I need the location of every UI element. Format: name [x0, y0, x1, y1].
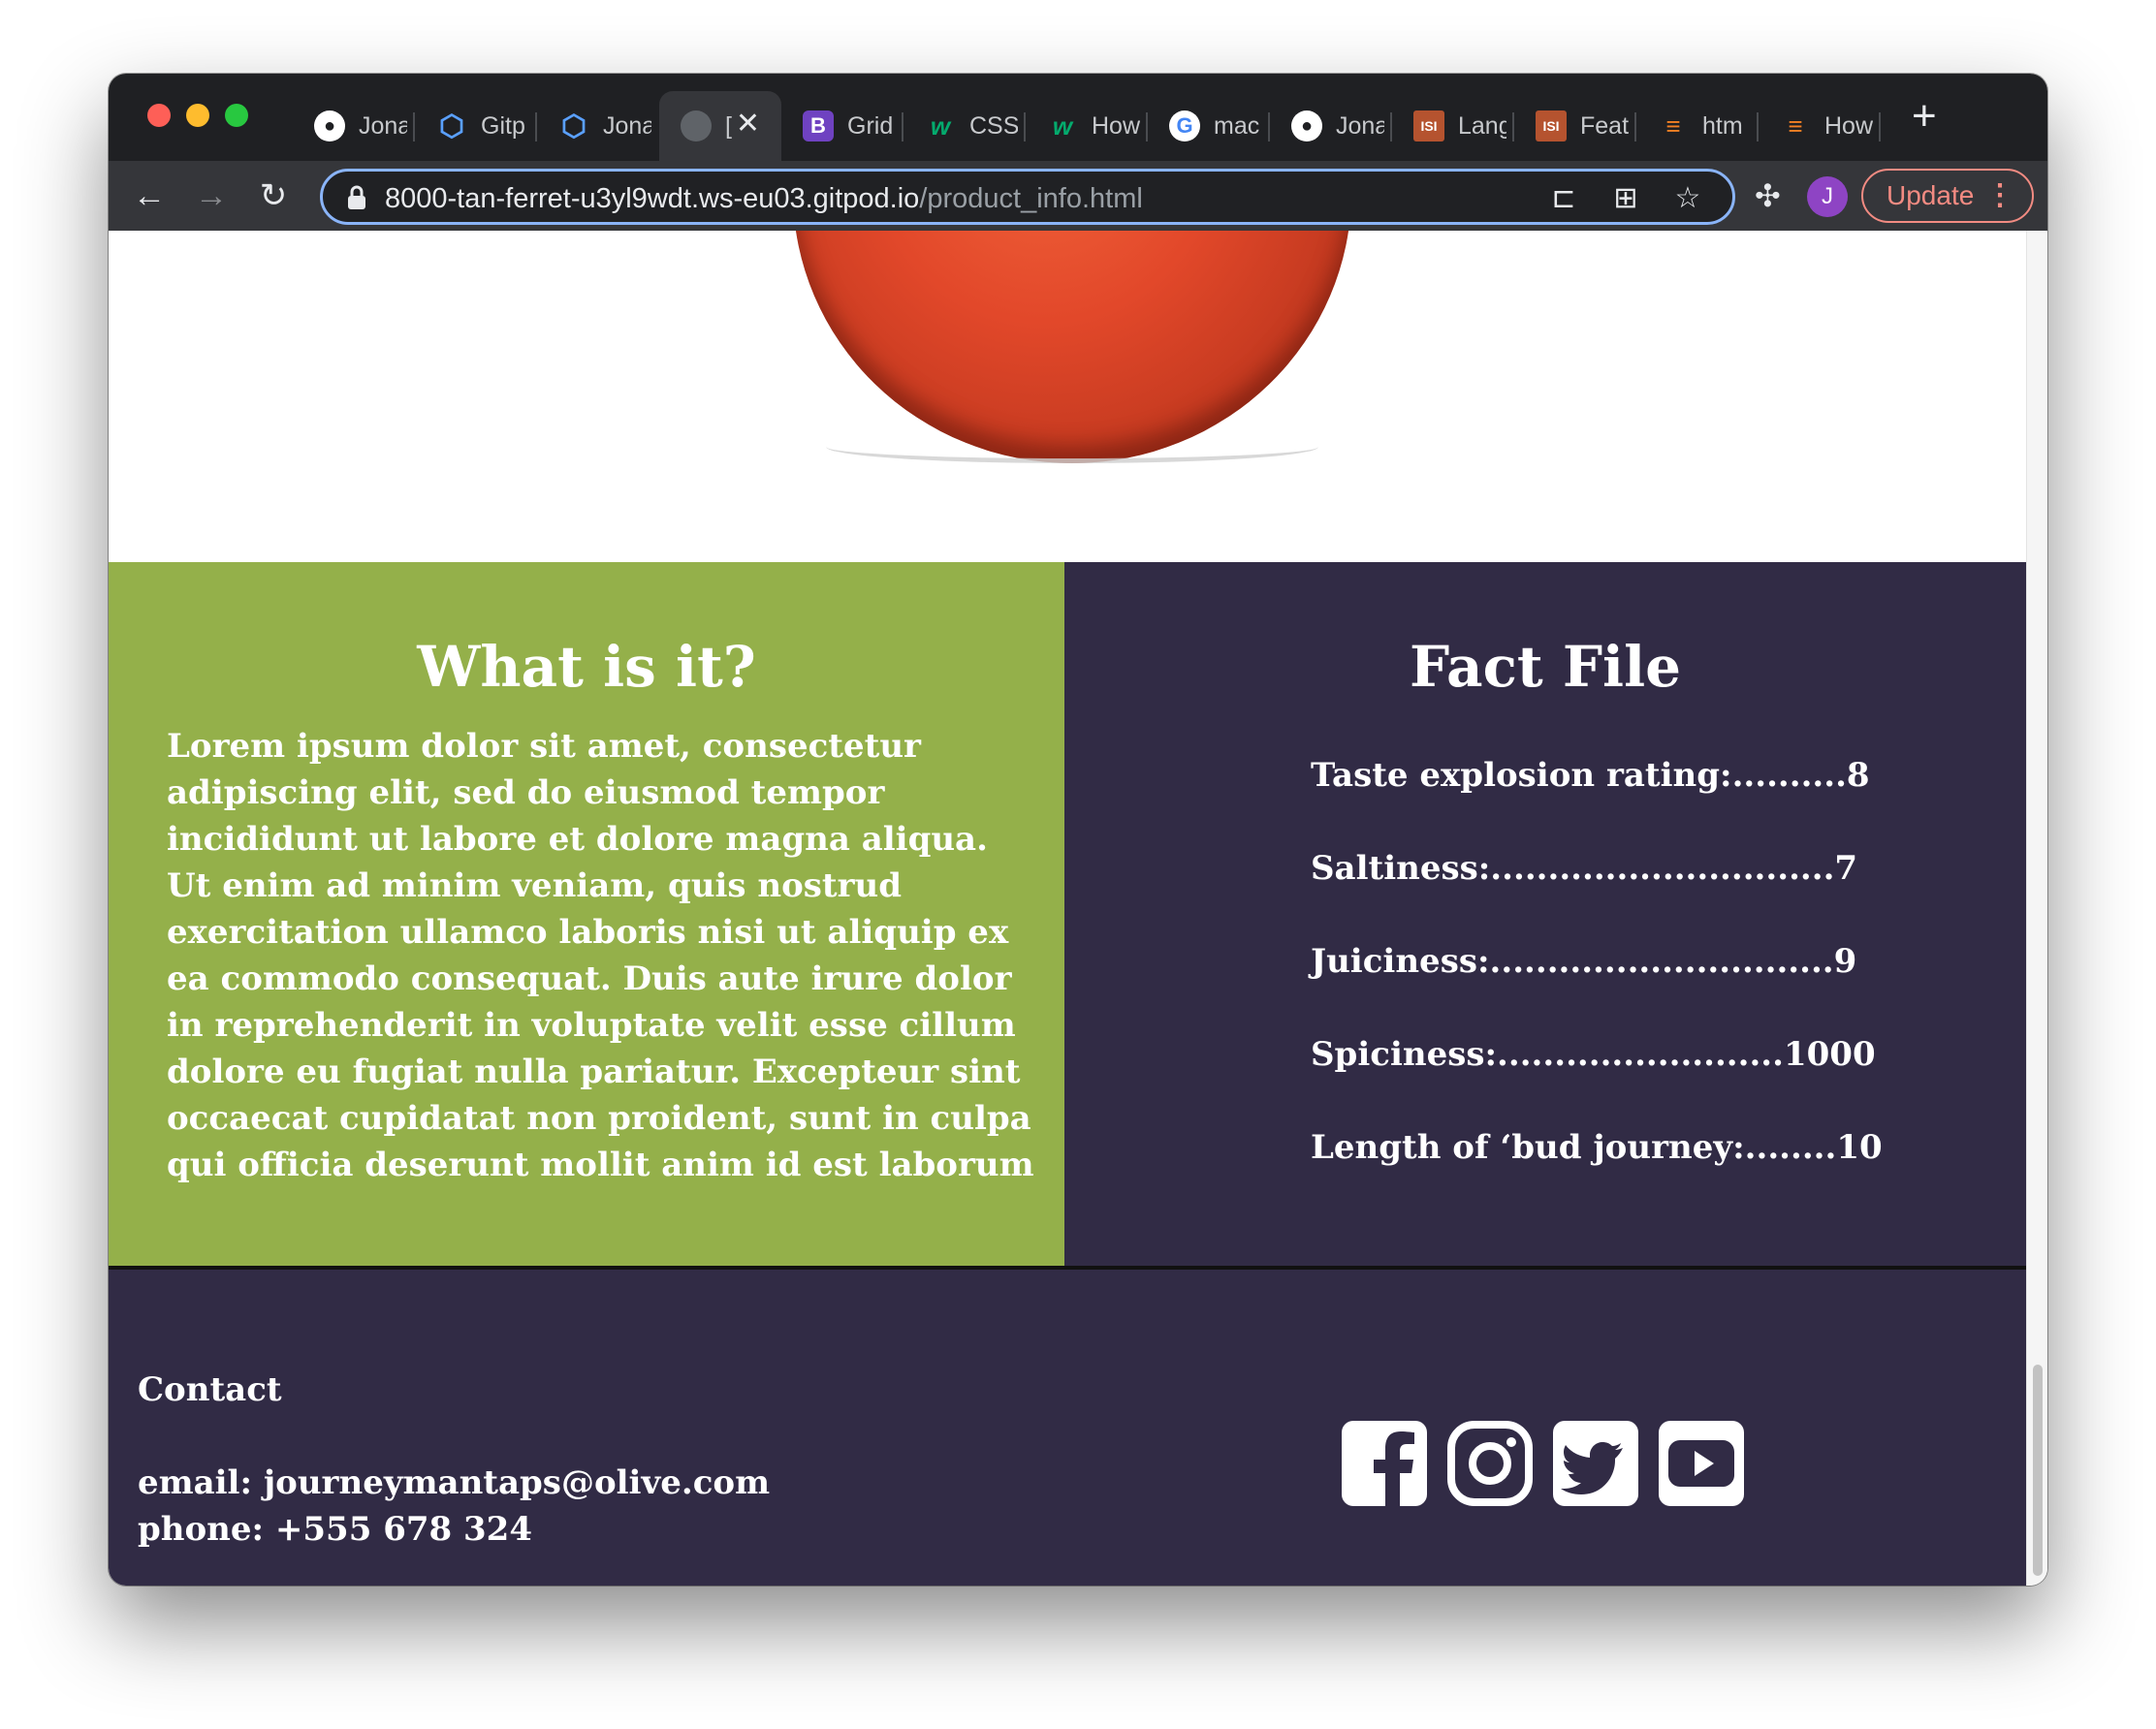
tab[interactable]: ≡ How	[1759, 91, 1881, 161]
update-label: Update	[1886, 180, 1975, 210]
fact-taste-rating: Taste explosion rating:..........8	[1311, 756, 1870, 795]
youtube-icon[interactable]	[1659, 1421, 1744, 1506]
w3schools-icon: w	[1052, 110, 1073, 141]
browser-window: ● Jona ⬡ Gitp ⬡ Jona [ ✕ B Grid w CSS w …	[109, 74, 2047, 1586]
minimize-window-button[interactable]	[186, 104, 209, 127]
scrollbar-thumb[interactable]	[2033, 1365, 2043, 1576]
menu-dots-icon[interactable]: ⋮	[1985, 171, 2014, 221]
product-image	[793, 231, 1351, 463]
fact-list: Taste explosion rating:..........8 Salti…	[1311, 756, 1883, 1221]
contact-phone: phone: +555 678 324	[138, 1510, 532, 1549]
qr-code-icon[interactable]: ⊞	[1608, 181, 1643, 216]
what-is-it-description: Lorem ipsum dolor sit amet, consectetur …	[167, 727, 1034, 1184]
url-path: /product_info.html	[919, 183, 1143, 214]
tab[interactable]: B Grid	[781, 91, 904, 161]
new-tab-button[interactable]: +	[1912, 95, 1937, 138]
tab[interactable]: w CSS	[904, 91, 1026, 161]
tab[interactable]: ● Jona	[1270, 91, 1392, 161]
bookmark-star-icon[interactable]: ☆	[1670, 181, 1705, 216]
tab-strip: ● Jona ⬡ Gitp ⬡ Jona [ ✕ B Grid w CSS w …	[109, 74, 2047, 161]
reload-button[interactable]: ↻	[252, 174, 295, 217]
fact-bud-journey: Length of ‘bud journey:........10	[1311, 1128, 1883, 1167]
tab[interactable]: ⬡ Gitp	[415, 91, 537, 161]
tab[interactable]: w How	[1026, 91, 1148, 161]
tab-title: Jona	[359, 111, 407, 140]
tab-list: ● Jona ⬡ Gitp ⬡ Jona [ ✕ B Grid w CSS w …	[293, 91, 1881, 161]
site-footer: Contact email: journeymantaps@olive.com …	[109, 1270, 2026, 1586]
twitter-icon[interactable]	[1553, 1421, 1638, 1506]
forward-button[interactable]: →	[190, 174, 233, 217]
instagram-icon[interactable]	[1447, 1421, 1533, 1506]
bootstrap-icon: B	[803, 110, 834, 141]
close-window-button[interactable]	[147, 104, 171, 127]
tab[interactable]: ≡ htm	[1636, 91, 1759, 161]
browser-toolbar: ← → ↻ 8000-tan-ferret-u3yl9wdt.ws-eu03.g…	[109, 161, 2047, 231]
tab[interactable]: ISI Feat	[1514, 91, 1636, 161]
tab[interactable]: ● Jona	[293, 91, 415, 161]
google-icon: G	[1169, 110, 1200, 141]
social-links	[1342, 1421, 1744, 1506]
tab-title: Grid	[847, 111, 894, 140]
stackoverflow-icon: ≡	[1788, 110, 1803, 141]
globe-icon	[681, 110, 712, 141]
url-text: 8000-tan-ferret-u3yl9wdt.ws-eu03.gitpod.…	[385, 183, 1143, 215]
github-icon: ●	[314, 110, 345, 141]
fact-juiciness: Juiciness:..............................…	[1311, 942, 1857, 981]
zoom-window-button[interactable]	[225, 104, 248, 127]
what-is-it-heading: What is it?	[417, 634, 756, 700]
fact-spiciness: Spiciness:.........................1000	[1311, 1035, 1876, 1074]
tab-title: Jona	[1336, 111, 1384, 140]
tab-title: CSS	[969, 111, 1018, 140]
contact-email[interactable]: email: journeymantaps@olive.com	[138, 1463, 770, 1502]
tab-title: Jona	[603, 111, 651, 140]
page-viewport: What is it? Lorem ipsum dolor sit amet, …	[109, 231, 2026, 1586]
fact-saltiness: Saltiness:..............................…	[1311, 849, 1858, 888]
product-image-rim	[826, 430, 1318, 463]
url-host: 8000-tan-ferret-u3yl9wdt.ws-eu03.gitpod.…	[385, 183, 920, 214]
what-is-it-section: What is it? Lorem ipsum dolor sit amet, …	[109, 562, 1064, 1266]
address-bar[interactable]: 8000-tan-ferret-u3yl9wdt.ws-eu03.gitpod.…	[320, 169, 1735, 225]
tab[interactable]: ⬡ Jona	[537, 91, 659, 161]
gitpod-icon: ⬡	[560, 110, 587, 142]
tab[interactable]: G mac	[1148, 91, 1270, 161]
w3schools-icon: w	[930, 110, 951, 141]
contact-heading: Contact	[138, 1370, 282, 1409]
facebook-icon[interactable]	[1342, 1421, 1427, 1506]
tab-title: Feat	[1580, 111, 1629, 140]
update-button[interactable]: Update ⋮	[1861, 169, 2034, 223]
gitpod-icon: ⬡	[438, 110, 465, 142]
back-button[interactable]: ←	[128, 174, 171, 217]
tab-title: htm	[1702, 111, 1743, 140]
tab-active[interactable]: [ ✕	[659, 91, 781, 161]
github-icon: ●	[1291, 110, 1322, 141]
lock-icon	[348, 185, 365, 209]
tab-title: Lang	[1458, 111, 1506, 140]
extensions-puzzle-icon[interactable]: ✣	[1755, 178, 1781, 213]
fact-file-section: Fact File Taste explosion rating:.......…	[1064, 562, 2026, 1266]
stackoverflow-icon: ≡	[1665, 110, 1681, 141]
page-scrollbar[interactable]	[2026, 231, 2047, 1586]
lang-icon: ISI	[1536, 110, 1567, 141]
close-tab-icon[interactable]: ✕	[736, 110, 760, 139]
lang-icon: ISI	[1413, 110, 1444, 141]
tab[interactable]: ISI Lang	[1392, 91, 1514, 161]
tab-title: How	[1824, 111, 1873, 140]
tab-title: Gitp	[481, 111, 525, 140]
profile-avatar[interactable]: J	[1807, 176, 1848, 217]
tab-title: mac	[1214, 111, 1260, 140]
fact-file-heading: Fact File	[1409, 634, 1682, 700]
install-app-icon[interactable]: ⊏	[1546, 181, 1581, 216]
tab-title: How	[1092, 111, 1140, 140]
